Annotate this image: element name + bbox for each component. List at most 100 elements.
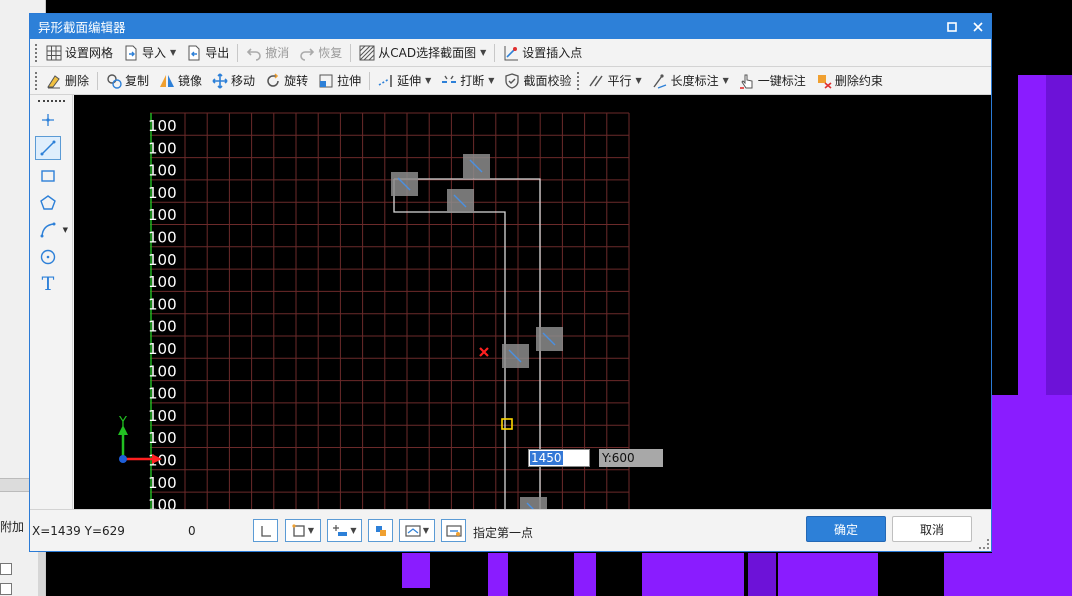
toolbar-separator [237,43,239,62]
stretch-label: 拉伸 [337,74,362,88]
copy-button[interactable]: 复制 [101,70,154,92]
hatch-icon [359,45,375,61]
point-tool[interactable] [35,108,61,132]
background-tab-label: 附加 [0,520,25,534]
object-snap-button[interactable]: ▼ [327,519,362,542]
section-check-label: 截面校验 [523,74,572,88]
move-button[interactable]: 移动 [207,70,260,92]
coordinate-x-value: 1450 [530,451,563,465]
point-icon [42,114,54,126]
chevron-down-icon: ▼ [480,48,487,57]
display-mode-button[interactable]: ▼ [399,519,435,542]
stretch-icon [318,73,334,89]
maximize-button[interactable] [939,14,965,39]
import-icon [123,45,139,61]
background-3d-shape [1018,75,1046,395]
grid-row-label: 100 [148,407,177,425]
draw-toolbar: ▼ T [30,95,73,509]
grid-row-label: 100 [148,117,177,135]
dimension-input-button[interactable] [441,519,466,542]
grid-settings-button[interactable]: 设置网格 [41,42,118,64]
mirror-label: 镜像 [178,74,203,88]
resize-grip[interactable] [979,539,989,549]
line-tool[interactable] [35,136,61,160]
rotate-button[interactable]: 旋转 [260,70,313,92]
background-3d-shape [748,553,776,596]
parallel-label: 平行 [607,74,632,88]
circle-icon [40,249,56,265]
redo-icon [299,45,315,61]
circle-tool[interactable] [35,245,61,269]
grid-row-label: 100 [148,206,177,224]
maximize-icon [947,21,957,32]
chevron-down-icon: ▼ [307,526,315,535]
export-label: 导出 [205,46,230,60]
redo-button[interactable]: 恢复 [294,42,347,64]
set-insert-point-button[interactable]: 设置插入点 [498,42,587,64]
text-icon: T [41,273,55,295]
toolbar-grip[interactable] [577,71,580,90]
background-3d-shape [488,553,508,596]
break-button[interactable]: 打断 ▼ [436,70,499,92]
parallel-icon [588,73,604,89]
status-count: 0 [188,524,196,538]
redo-label: 恢复 [318,46,343,60]
edit-toolbar: 删除 复制 镜像 移动 旋转 拉伸 延伸 ▼ 打断 ▼ 截面校验 平行 ▼ 长度… [30,67,991,95]
copy-label: 复制 [125,74,150,88]
stretch-button[interactable]: 拉伸 [313,70,366,92]
select-from-cad-button[interactable]: 从CAD选择截面图 ▼ [354,42,491,64]
background-checkbox[interactable] [0,583,12,595]
polygon-tool[interactable] [35,191,61,215]
toolbar-grip[interactable] [38,100,65,102]
one-key-dimension-button[interactable]: 一键标注 [734,70,811,92]
editor-body: ▼ T 100 100 100 100 100 100 100 100 100 100 100 100… [30,95,991,509]
drawing-canvas[interactable]: 100 100 100 100 100 100 100 100 100 100 100 100 100 1… [74,95,991,509]
insert-point-icon [503,45,519,61]
delete-constraint-button[interactable]: 删除约束 [811,70,888,92]
toolbar-separator [350,43,352,62]
coordinate-x-input[interactable]: 1450 [528,449,590,467]
undo-label: 撤消 [265,46,290,60]
chevron-down-icon: ▼ [422,526,430,535]
close-button[interactable] [965,14,991,39]
length-dimension-button[interactable]: 长度标注 ▼ [647,70,734,92]
move-label: 移动 [231,74,256,88]
grid-icon [46,45,62,61]
ortho-toggle-button[interactable] [253,519,278,542]
export-button[interactable]: 导出 [181,42,234,64]
toolbar-grip[interactable] [35,43,38,62]
cancel-button[interactable]: 取消 [892,516,972,542]
coordinate-y-input[interactable]: Y:600 [599,449,663,467]
layer-color-button[interactable] [368,519,393,542]
rectangle-tool[interactable] [35,164,61,188]
mirror-button[interactable]: 镜像 [154,70,207,92]
canvas-drawing[interactable]: 100 100 100 100 100 100 100 100 100 100 100 100 100 1… [74,95,991,509]
parallel-button[interactable]: 平行 ▼ [583,70,646,92]
arc-tool[interactable]: ▼ [35,218,68,242]
eraser-icon [46,73,62,89]
dialog-titlebar[interactable]: 异形截面编辑器 [30,14,991,39]
grid-row-label: 100 [148,184,177,202]
extend-button[interactable]: 延伸 ▼ [373,70,436,92]
background-checkbox[interactable] [0,563,12,575]
delete-button[interactable]: 删除 [41,70,94,92]
object-snap-icon [333,524,348,536]
snap-marker [501,418,513,430]
background-3d-shape [574,553,596,596]
grid-row-label: 100 [148,229,177,247]
background-3d-shape [642,553,744,596]
edit-handle[interactable] [520,497,547,509]
snap-settings-button[interactable]: ▼ [285,519,321,542]
import-label: 导入 [142,46,167,60]
section-check-button[interactable]: 截面校验 [499,70,576,92]
text-tool[interactable]: T [35,272,61,296]
grid-row-label: 100 [148,273,177,291]
toolbar-grip[interactable] [35,71,38,90]
undo-button[interactable]: 撤消 [241,42,294,64]
grid-row-label: 100 [148,139,177,157]
ok-button[interactable]: 确定 [806,516,886,542]
import-button[interactable]: 导入 ▼ [118,42,181,64]
grid-row-label: 100 [148,251,177,269]
export-icon [186,45,202,61]
length-dimension-icon [652,73,668,89]
